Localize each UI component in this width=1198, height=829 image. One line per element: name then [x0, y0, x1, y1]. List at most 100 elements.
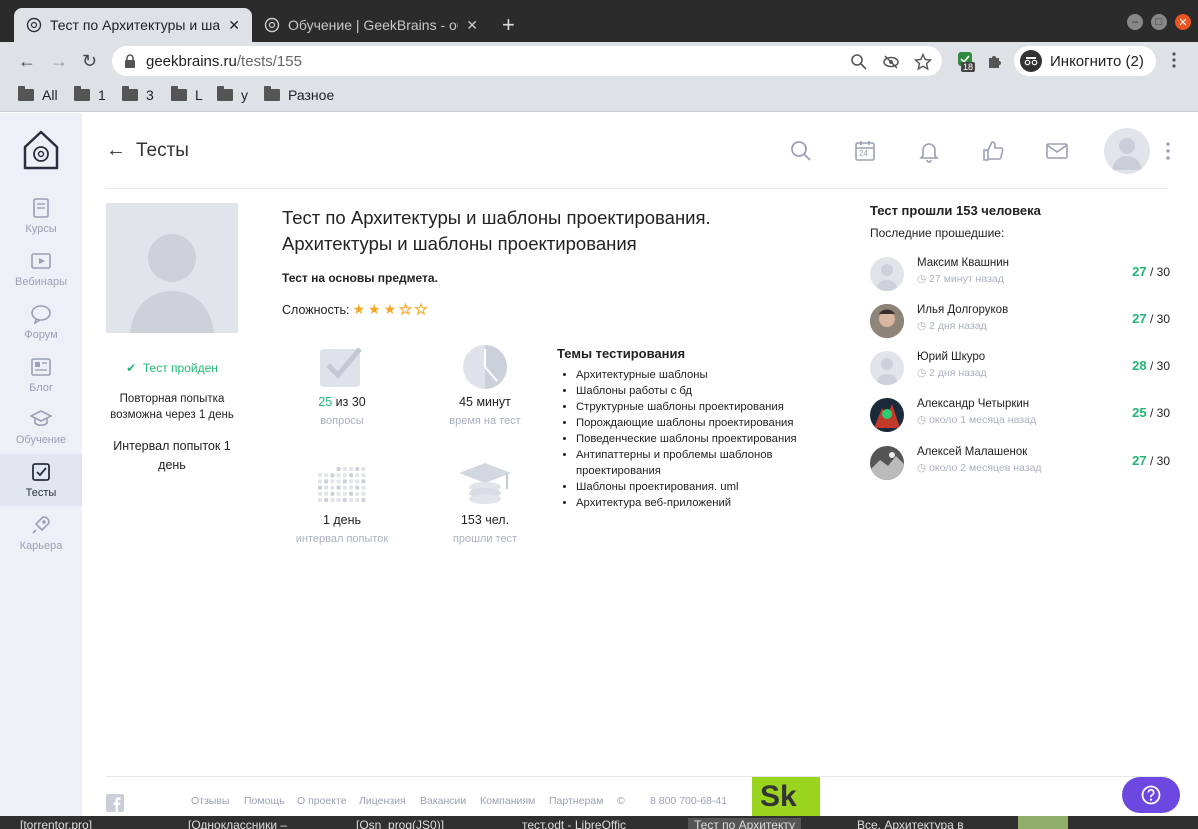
page-title: Тесты	[136, 139, 189, 161]
sidebar-item-blog[interactable]: Блог	[0, 349, 82, 401]
checkbox-stat-icon	[314, 343, 370, 389]
taskbar-thumbnail[interactable]	[1018, 816, 1068, 829]
folder-icon	[18, 86, 34, 101]
list-item[interactable]: Александр Четыркин ◷ около 1 месяца наза…	[870, 396, 1170, 436]
reload-icon[interactable]: ↻	[82, 51, 97, 72]
extension-shield-icon[interactable]: 18	[956, 51, 976, 72]
tab-close-icon[interactable]: ✕	[458, 17, 478, 34]
blog-icon	[31, 358, 51, 376]
help-button[interactable]	[1122, 777, 1180, 813]
sidebar-item-tests[interactable]: Тесты	[0, 454, 82, 506]
list-item[interactable]: Алексей Малашенок ◷ около 2 месяцев наза…	[870, 444, 1170, 484]
clock-icon: ◷	[917, 367, 927, 379]
bookmark-folder[interactable]: Разное	[264, 86, 334, 103]
bookmark-folder[interactable]: All	[18, 86, 58, 103]
list-item: Поведенческие шаблоны проектирования	[576, 431, 817, 447]
taskbar-item[interactable]: Все. Архитектура в	[857, 818, 964, 829]
taskbar-item[interactable]: [Одноклассники –	[188, 818, 287, 829]
sidebar-item-learning[interactable]: Обучение	[0, 401, 82, 453]
url-path: /tests/155	[236, 52, 302, 70]
test-title: Тест по Архитектуры и шаблоны проектиров…	[282, 207, 711, 254]
sidebar-item-label: Обучение	[15, 434, 67, 446]
difficulty-label: Сложность:	[282, 302, 350, 317]
browser-menu-icon[interactable]	[1172, 52, 1176, 68]
url-domain: geekbrains.ru	[146, 52, 237, 70]
browser-tab-active[interactable]: Тест по Архитектуры и шабло ✕	[14, 8, 252, 42]
star-empty-icon: ★	[414, 301, 428, 318]
facebook-icon[interactable]	[106, 794, 124, 817]
person-placeholder-icon	[130, 234, 214, 333]
bell-icon[interactable]	[917, 139, 941, 163]
maximize-window-icon[interactable]: □	[1151, 14, 1167, 30]
forward-arrow-icon[interactable]: →	[50, 51, 68, 72]
graduation-cap-icon	[30, 410, 52, 427]
sidebar-item-webinars[interactable]: Вебинары	[0, 243, 82, 295]
bookmark-star-icon[interactable]	[913, 52, 933, 71]
close-window-icon[interactable]: ✕	[1175, 14, 1191, 30]
sidebar-item-label: Форум	[24, 329, 58, 341]
topics-section: Темы тестирования Архитектурные шаблоны …	[557, 346, 817, 511]
footer-link-reviews[interactable]: Отзывы	[191, 795, 229, 807]
folder-icon	[122, 86, 138, 101]
bookmark-folder[interactable]: y	[217, 86, 248, 103]
eye-slash-icon[interactable]	[882, 53, 900, 71]
difficulty-rating: Сложность: ★ ★ ★ ★ ★	[282, 301, 428, 318]
footer-link-vacancies[interactable]: Вакансии	[420, 795, 466, 807]
footer-link-companies[interactable]: Компаниям	[480, 795, 535, 807]
taskbar-item[interactable]: тест.odt - LibreOffic	[522, 818, 626, 829]
list-item[interactable]: Юрий Шкуро ◷ 2 дня назад 28 / 30	[870, 349, 1170, 389]
mail-icon[interactable]	[1045, 139, 1069, 163]
bookmark-folder[interactable]: 3	[122, 86, 154, 103]
sidebar-item-courses[interactable]: Курсы	[0, 190, 82, 242]
geekbrains-logo-icon[interactable]	[22, 129, 60, 171]
tab-close-icon[interactable]: ✕	[220, 17, 240, 34]
person-name: Илья Долгоруков	[917, 304, 1009, 316]
user-avatar[interactable]	[1104, 128, 1150, 174]
taskbar-item[interactable]: [torrentor.pro]	[20, 818, 92, 829]
footer-link-help[interactable]: Помощь	[244, 795, 285, 807]
bookmark-folder[interactable]: L	[171, 86, 203, 103]
stat-label: время на тест	[449, 415, 521, 427]
thumbs-up-icon[interactable]	[981, 139, 1005, 163]
lock-icon	[124, 54, 136, 68]
clock-icon: ◷	[917, 320, 927, 332]
list-item[interactable]: Илья Долгоруков ◷ 2 дня назад 27 / 30	[870, 302, 1170, 342]
minimize-window-icon[interactable]: –	[1127, 14, 1143, 30]
taskbar-item[interactable]: [Osn_prog(JS0)]	[356, 818, 444, 829]
sidebar-item-label: Тесты	[25, 487, 57, 499]
bookmark-folder[interactable]: 1	[74, 86, 106, 103]
folder-icon	[74, 86, 90, 101]
incognito-indicator[interactable]: Инкогнито (2)	[1014, 46, 1156, 76]
sidebar-item-label: Курсы	[25, 223, 57, 235]
sidebar-item-career[interactable]: Карьера	[0, 507, 82, 559]
question-icon	[1141, 785, 1161, 805]
avatar	[870, 304, 904, 338]
rocket-icon	[32, 516, 50, 534]
footer-link-about[interactable]: О проекте	[297, 795, 347, 807]
footer-link-partners[interactable]: Партнерам	[549, 795, 603, 807]
topics-list: Архитектурные шаблоны Шаблоны работы с б…	[557, 367, 817, 511]
sidebar-item-forum[interactable]: Форум	[0, 296, 82, 348]
new-tab-button[interactable]: +	[502, 12, 515, 38]
more-menu-icon[interactable]	[1166, 141, 1170, 161]
back-link[interactable]: ← Тесты	[106, 139, 189, 162]
skolkovo-logo[interactable]: Sk	[752, 777, 820, 817]
clock-stat-icon	[457, 343, 513, 389]
address-bar[interactable]: geekbrains.ru/tests/155	[112, 46, 942, 76]
puzzle-extensions-icon[interactable]	[986, 52, 1004, 75]
person-name: Александр Четыркин	[917, 398, 1030, 410]
zoom-icon[interactable]	[850, 53, 868, 71]
taskbar-item-active[interactable]: Тест по Архитекту	[688, 818, 801, 829]
stat-label: прошли тест	[452, 533, 518, 545]
list-item[interactable]: Максим Квашнин ◷ 27 минут назад 27 / 30	[870, 255, 1170, 295]
correct-count: 25	[318, 395, 333, 409]
checkbox-icon	[32, 463, 50, 481]
test-passed-status: ✔ Тест пройден	[126, 361, 218, 375]
browser-tab-inactive[interactable]: Обучение | GeekBrains - обра ✕	[252, 8, 490, 42]
footer-link-license[interactable]: Лицензия	[359, 795, 406, 807]
calendar-icon[interactable]: 24	[853, 139, 877, 163]
book-icon	[33, 198, 49, 218]
back-arrow-icon[interactable]: ←	[18, 51, 36, 72]
search-icon[interactable]	[789, 139, 813, 163]
footer-phone[interactable]: 8 800 700-68-41	[650, 795, 727, 807]
